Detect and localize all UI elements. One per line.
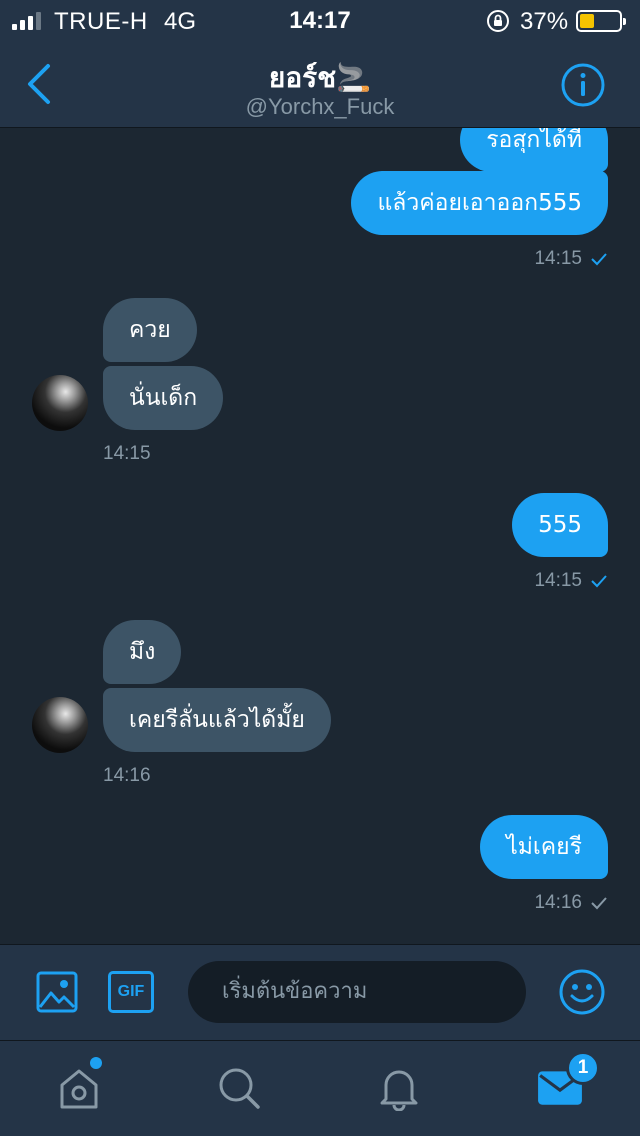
message-input[interactable]: เริ่มต้นข้อความ [188, 961, 526, 1023]
tab-bar: 1 [0, 1040, 640, 1136]
outgoing-message[interactable]: แล้วค่อยเอาออก555 [351, 171, 608, 235]
conversation-header: ยอร์ช🚬 @Yorchx_Fuck [0, 42, 640, 128]
delivered-check-icon [591, 897, 607, 910]
compose-bar: GIF เริ่มต้นข้อความ [0, 944, 640, 1040]
status-bar: TRUE-H 4G 14:17 37% [0, 0, 640, 42]
message-timestamp: 14:15 [534, 248, 582, 269]
conversation-handle: @Yorchx_Fuck [245, 94, 395, 119]
message-timestamp: 14:16 [534, 892, 582, 913]
incoming-message[interactable]: เคยรีลั่นแล้วได้มั้ย [103, 688, 331, 752]
battery-percent: 37% [520, 8, 569, 35]
battery-icon [576, 10, 626, 32]
sent-check-icon [591, 253, 607, 266]
incoming-message[interactable]: นั่นเด็ก [103, 366, 224, 430]
avatar[interactable] [32, 375, 88, 431]
outgoing-message[interactable]: 555 [512, 493, 608, 557]
outgoing-message[interactable]: ไม่เคยรี [480, 815, 608, 879]
avatar[interactable] [32, 697, 88, 753]
info-icon[interactable] [560, 62, 606, 108]
rotation-lock-icon [487, 10, 509, 32]
message-timestamp: 14:16 [103, 765, 151, 786]
sent-check-icon [591, 575, 607, 588]
home-notification-dot [90, 1057, 102, 1069]
message-timestamp: 14:15 [534, 570, 582, 591]
smiley-icon[interactable] [558, 968, 606, 1016]
messages-badge: 1 [566, 1051, 600, 1085]
incoming-message[interactable]: มึง [103, 620, 182, 684]
outgoing-message[interactable]: รอสุกได้ที่ [460, 128, 608, 172]
message-timestamp: 14:15 [103, 443, 151, 464]
home-icon[interactable] [56, 1065, 102, 1111]
image-icon[interactable] [36, 971, 78, 1013]
message-thread[interactable]: รอสุกได้ที่ แล้วค่อยเอาออก555 14:15 ควย … [0, 128, 640, 944]
search-icon[interactable] [216, 1065, 262, 1111]
gif-button[interactable]: GIF [108, 971, 154, 1013]
incoming-message[interactable]: ควย [103, 298, 197, 362]
bell-icon[interactable] [376, 1065, 422, 1111]
